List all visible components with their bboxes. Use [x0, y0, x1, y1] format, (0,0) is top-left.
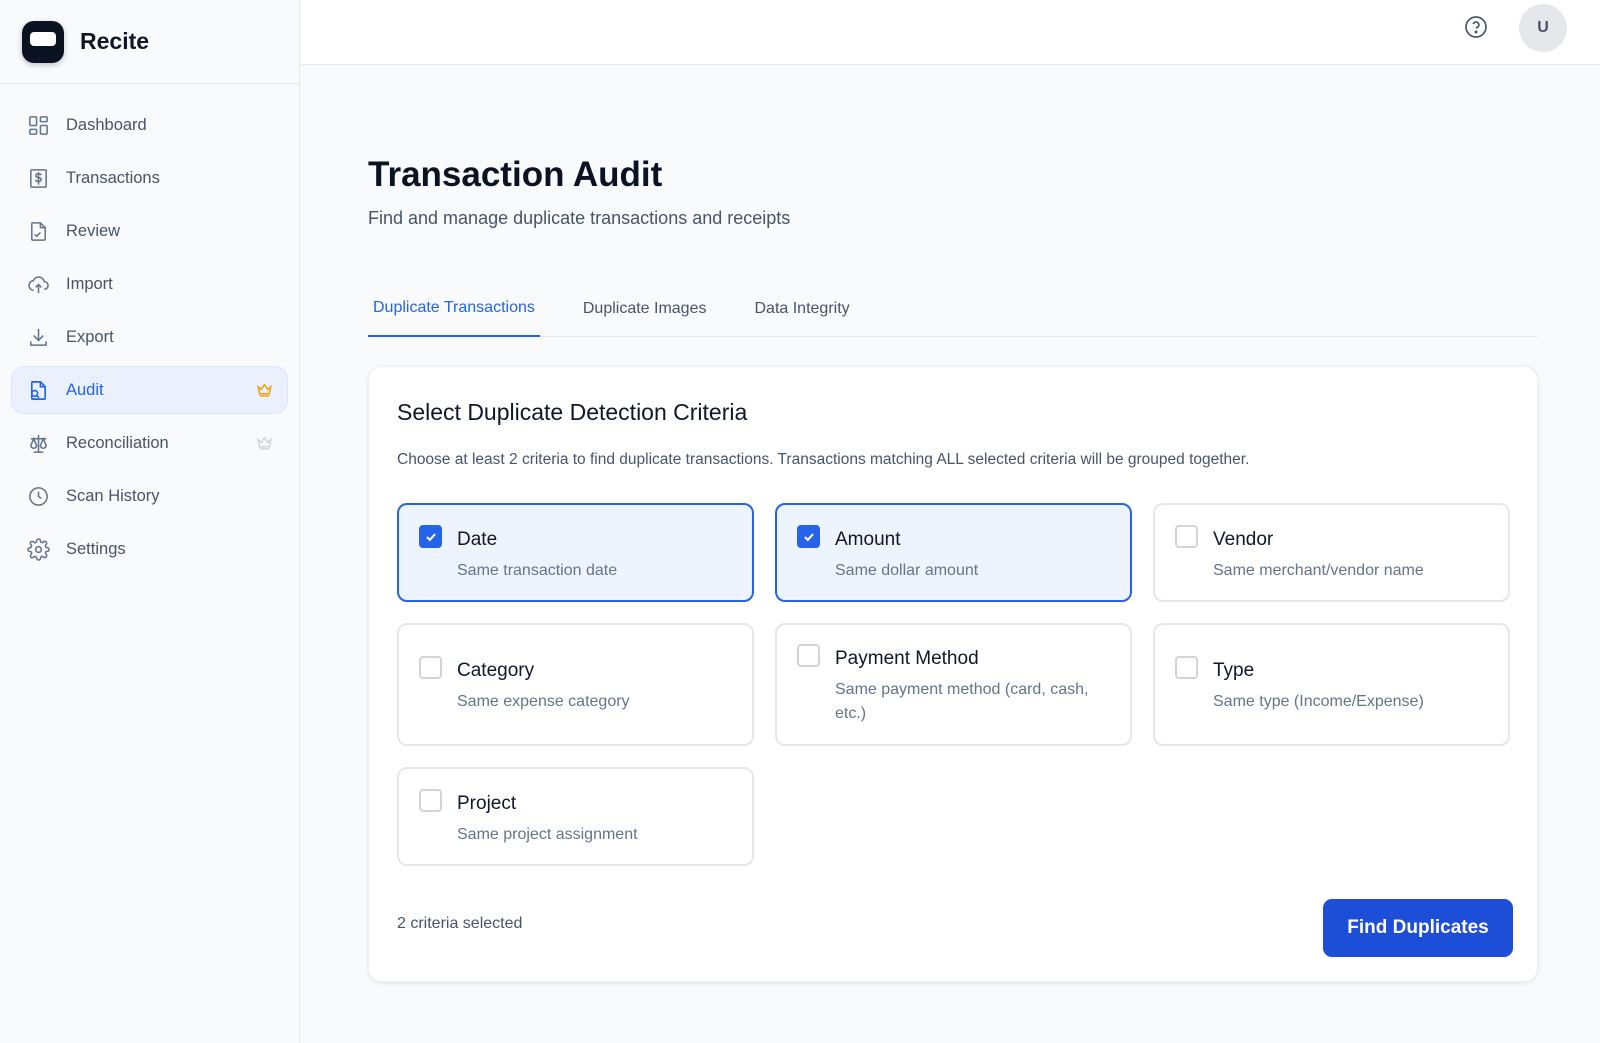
- criteria-option-vendor[interactable]: Vendor Same merchant/vendor name: [1153, 503, 1510, 602]
- crown-icon: [257, 436, 272, 450]
- dollar-doc-icon: [26, 166, 50, 190]
- sidebar-item-label: Scan History: [66, 486, 160, 505]
- tab-data-integrity[interactable]: Data Integrity: [749, 280, 854, 337]
- sidebar-item-label: Review: [66, 221, 121, 240]
- check-icon: [425, 532, 436, 541]
- option-title: Date: [457, 529, 498, 550]
- check-icon: [803, 532, 814, 541]
- vendor-checkbox[interactable]: [1175, 525, 1198, 548]
- option-title: Vendor: [1213, 529, 1274, 550]
- option-description: Same expense category: [457, 693, 630, 710]
- sidebar-item-label: Dashboard: [66, 115, 147, 134]
- sidebar-item-import[interactable]: Import: [12, 261, 287, 307]
- sidebar-item-label: Settings: [66, 539, 126, 558]
- find-duplicates-button[interactable]: Find Duplicates: [1323, 899, 1513, 957]
- sidebar-item-reconciliation[interactable]: Reconciliation: [12, 420, 287, 466]
- sidebar: Recite Dashboard Transactions Review Imp…: [0, 0, 300, 1043]
- scale-icon: [26, 431, 50, 455]
- date-checkbox[interactable]: [419, 525, 442, 548]
- criteria-option-amount[interactable]: Amount Same dollar amount: [775, 503, 1132, 602]
- page-subtitle: Find and manage duplicate transactions a…: [368, 208, 791, 228]
- sidebar-item-settings[interactable]: Settings: [12, 526, 287, 572]
- card-description: Choose at least 2 criteria to find dupli…: [397, 451, 1250, 468]
- page-title: Transaction Audit: [368, 155, 663, 194]
- sidebar-item-dashboard[interactable]: Dashboard: [12, 102, 287, 148]
- tab-duplicate-images[interactable]: Duplicate Images: [578, 280, 712, 337]
- sidebar-item-label: Audit: [66, 380, 104, 399]
- review-icon: [26, 219, 50, 243]
- option-title: Amount: [835, 529, 901, 550]
- download-icon: [26, 325, 50, 349]
- option-title: Category: [457, 660, 535, 681]
- gear-icon: [26, 537, 50, 561]
- criteria-option-date[interactable]: Date Same transaction date: [397, 503, 754, 602]
- option-description: Same transaction date: [457, 562, 618, 579]
- sidebar-item-label: Reconciliation: [66, 433, 169, 452]
- criteria-option-payment-method[interactable]: Payment Method Same payment method (card…: [775, 623, 1132, 746]
- cloud-upload-icon: [26, 272, 50, 296]
- sidebar-nav: Dashboard Transactions Review Import Exp…: [0, 84, 299, 572]
- sidebar-item-transactions[interactable]: Transactions: [12, 155, 287, 201]
- sidebar-item-label: Import: [66, 274, 113, 293]
- criteria-card: Select Duplicate Detection Criteria Choo…: [368, 366, 1538, 982]
- option-description: Same payment method (card, cash, etc.): [835, 681, 1089, 722]
- help-circle-icon[interactable]: [1464, 15, 1488, 39]
- amount-checkbox[interactable]: [797, 525, 820, 548]
- option-description: Same dollar amount: [835, 562, 979, 579]
- crown-icon: [257, 383, 272, 397]
- payment-method-checkbox[interactable]: [797, 644, 820, 667]
- sidebar-item-audit[interactable]: Audit: [12, 367, 287, 413]
- app-logo: [22, 20, 64, 63]
- sidebar-item-label: Transactions: [66, 168, 160, 187]
- top-bar: [301, 0, 1600, 65]
- criteria-option-project[interactable]: Project Same project assignment: [397, 767, 754, 866]
- option-description: Same merchant/vendor name: [1213, 562, 1424, 579]
- tab-bar: Duplicate Transactions Duplicate Images …: [368, 280, 1538, 337]
- sidebar-item-scan-history[interactable]: Scan History: [12, 473, 287, 519]
- sidebar-item-label: Export: [66, 327, 114, 346]
- criteria-option-type[interactable]: Type Same type (Income/Expense): [1153, 623, 1510, 746]
- brand[interactable]: Recite: [0, 0, 299, 84]
- card-title: Select Duplicate Detection Criteria: [397, 399, 748, 425]
- type-checkbox[interactable]: [1175, 656, 1198, 679]
- dashboard-icon: [26, 113, 50, 137]
- project-checkbox[interactable]: [419, 789, 442, 812]
- sidebar-item-review[interactable]: Review: [12, 208, 287, 254]
- option-description: Same project assignment: [457, 826, 638, 843]
- tab-duplicate-transactions[interactable]: Duplicate Transactions: [368, 280, 540, 337]
- sidebar-item-export[interactable]: Export: [12, 314, 287, 360]
- clock-icon: [26, 484, 50, 508]
- criteria-option-category[interactable]: Category Same expense category: [397, 623, 754, 746]
- app-name: Recite: [80, 28, 150, 54]
- option-description: Same type (Income/Expense): [1213, 693, 1424, 710]
- category-checkbox[interactable]: [419, 656, 442, 679]
- audit-icon: [26, 378, 50, 402]
- option-title: Project: [457, 793, 517, 814]
- selected-count: 2 criteria selected: [397, 915, 523, 932]
- option-title: Payment Method: [835, 648, 979, 669]
- avatar[interactable]: U: [1519, 4, 1567, 52]
- option-title: Type: [1213, 660, 1255, 681]
